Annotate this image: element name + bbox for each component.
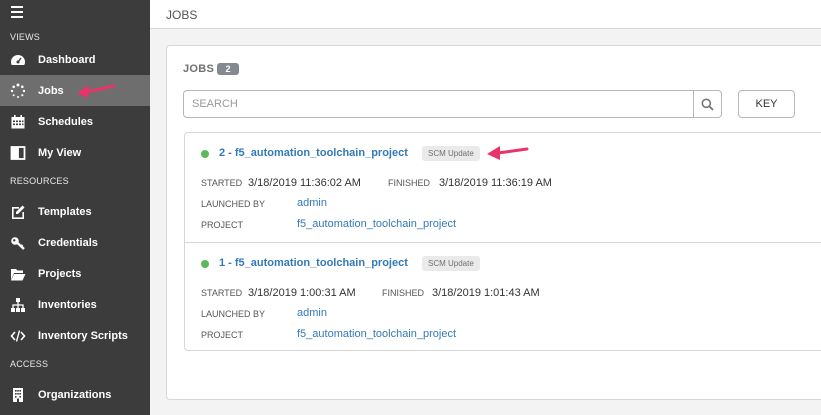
- building-icon: [13, 388, 23, 402]
- started-label: STARTED: [201, 288, 243, 298]
- edit-icon: [12, 205, 25, 219]
- search-icon: [701, 98, 714, 111]
- status-success-icon[interactable]: [201, 150, 209, 158]
- job-list: 2 - f5_automation_toolchain_project SCM …: [184, 132, 821, 351]
- sidebar-item-label: Projects: [38, 267, 82, 280]
- sidebar-item-dashboard[interactable]: Dashboard: [0, 44, 150, 75]
- sidebar-item-label: Templates: [38, 205, 92, 218]
- breadcrumb: JOBS: [166, 8, 198, 22]
- sidebar-item-templates[interactable]: Templates: [0, 196, 150, 227]
- job-type-tag: SCM Update: [422, 146, 480, 161]
- search-button[interactable]: [693, 91, 721, 117]
- sidebar-item-label: Inventories: [38, 298, 97, 311]
- sidebar-item-label: Inventory Scripts: [38, 329, 128, 342]
- dashboard-icon: [11, 55, 25, 65]
- sidebar-item-my-view[interactable]: My View: [0, 137, 150, 168]
- sidebar-item-inventories[interactable]: Inventories: [0, 289, 150, 320]
- columns-icon: [10, 146, 26, 160]
- search-box: [183, 90, 722, 118]
- project-label: PROJECT: [201, 220, 244, 230]
- status-success-icon[interactable]: [201, 260, 209, 268]
- search-input[interactable]: [184, 91, 693, 117]
- section-label-views: VIEWS: [10, 32, 41, 42]
- sidebar-item-credentials[interactable]: Credentials: [0, 227, 150, 258]
- code-icon: [10, 330, 26, 342]
- sidebar-item-projects[interactable]: Projects: [0, 258, 150, 289]
- annotation-arrow-icon: [487, 146, 529, 160]
- section-label-access: ACCESS: [10, 359, 49, 369]
- breadcrumb-bar: JOBS: [150, 0, 821, 29]
- launched-by-label: LAUNCHED BY: [201, 309, 266, 319]
- sidebar: VIEWS Dashboard Jobs Schedules My View R…: [0, 0, 150, 415]
- launched-by-link[interactable]: admin: [297, 307, 327, 319]
- finished-value: 3/18/2019 1:01:43 AM: [432, 287, 540, 299]
- launched-by-link[interactable]: admin: [297, 197, 327, 209]
- sidebar-item-schedules[interactable]: Schedules: [0, 106, 150, 137]
- job-name-link[interactable]: 2 - f5_automation_toolchain_project: [219, 147, 408, 159]
- job-card: 1 - f5_automation_toolchain_project SCM …: [185, 242, 821, 351]
- sidebar-item-label: Jobs: [38, 84, 64, 97]
- started-value: 3/18/2019 11:36:02 AM: [248, 177, 361, 189]
- key-button[interactable]: KEY: [738, 90, 795, 118]
- job-type-tag: SCM Update: [422, 256, 480, 271]
- section-label-resources: RESOURCES: [10, 176, 69, 186]
- key-icon: [11, 237, 25, 250]
- sidebar-item-label: My View: [38, 146, 82, 159]
- finished-label: FINISHED: [382, 288, 425, 298]
- spinner-icon: [10, 83, 26, 98]
- launched-by-label: LAUNCHED BY: [201, 199, 266, 209]
- project-label: PROJECT: [201, 330, 244, 340]
- jobs-panel: JOBS 2 KEY 2 - f5_automation_toolchain_p…: [166, 45, 821, 400]
- count-badge: 2: [217, 63, 239, 75]
- hamburger-menu-icon[interactable]: [11, 6, 23, 18]
- finished-value: 3/18/2019 11:36:19 AM: [439, 177, 552, 189]
- sidebar-item-label: Credentials: [38, 236, 98, 249]
- calendar-icon: [11, 115, 25, 129]
- sidebar-item-inventory-scripts[interactable]: Inventory Scripts: [0, 320, 150, 351]
- folder-icon: [11, 269, 26, 281]
- finished-label: FINISHED: [388, 178, 431, 188]
- job-name-link[interactable]: 1 - f5_automation_toolchain_project: [219, 257, 408, 269]
- sidebar-item-organizations[interactable]: Organizations: [0, 379, 150, 410]
- panel-title: JOBS: [183, 63, 215, 75]
- started-label: STARTED: [201, 178, 243, 188]
- project-link[interactable]: f5_automation_toolchain_project: [297, 328, 456, 340]
- sidebar-item-label: Schedules: [38, 115, 94, 128]
- sitemap-icon: [11, 298, 25, 312]
- sidebar-item-label: Organizations: [38, 388, 112, 401]
- sidebar-item-label: Dashboard: [38, 53, 96, 66]
- started-value: 3/18/2019 1:00:31 AM: [248, 287, 356, 299]
- annotation-arrow-icon: [77, 84, 116, 98]
- project-link[interactable]: f5_automation_toolchain_project: [297, 218, 456, 230]
